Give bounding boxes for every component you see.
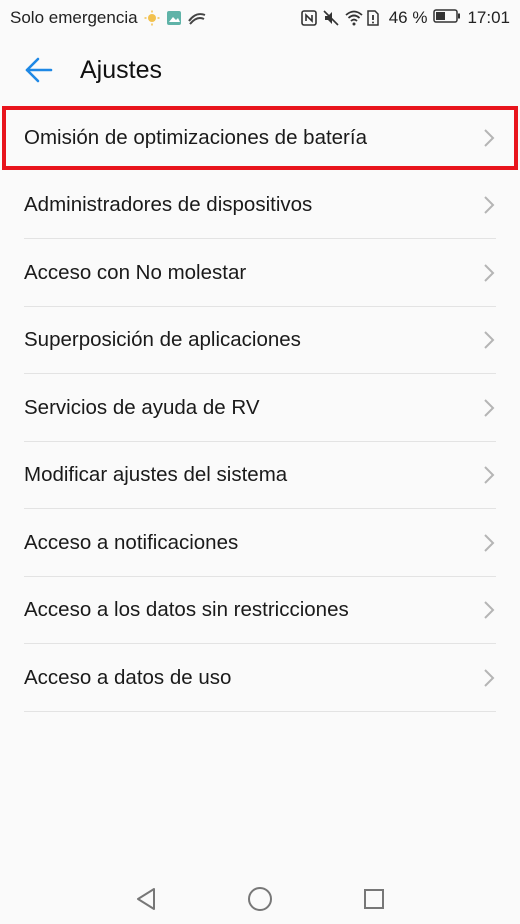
carrier-label: Solo emergencia	[10, 8, 138, 27]
chevron-right-icon	[482, 330, 496, 350]
battery-percent: 46 %	[388, 8, 428, 27]
chevron-right-icon	[482, 600, 496, 620]
list-item-app-overlay[interactable]: Superposición de aplicaciones	[0, 307, 520, 374]
chevron-right-icon	[482, 668, 496, 688]
chevron-right-icon	[482, 128, 496, 148]
list-item-label: Modificar ajustes del sistema	[24, 463, 288, 487]
status-bar-left: Solo emergencia	[10, 8, 205, 28]
back-button[interactable]	[24, 55, 54, 85]
recents-square-icon	[364, 889, 384, 909]
home-circle-icon	[248, 887, 272, 911]
list-item-label: Omisión de optimizaciones de batería	[24, 125, 367, 149]
page-title: Ajustes	[80, 55, 162, 84]
chevron-right-icon	[482, 263, 496, 283]
list-item-label: Acceso a los datos sin restricciones	[24, 598, 349, 622]
nfc-icon	[300, 10, 317, 26]
list-item-label: Superposición de aplicaciones	[24, 328, 301, 352]
battery-icon	[433, 8, 461, 28]
list-item-label: Acceso a notificaciones	[24, 530, 239, 554]
divider	[24, 710, 496, 712]
clock: 17:01	[467, 8, 510, 27]
nav-home-button[interactable]	[247, 886, 273, 912]
list-item-unrestricted-data[interactable]: Acceso a los datos sin restricciones	[0, 577, 520, 644]
list-item-modify-system-settings[interactable]: Modificar ajustes del sistema	[0, 442, 520, 509]
sun-icon	[144, 10, 160, 26]
chevron-right-icon	[482, 533, 496, 553]
arrow-left-icon	[25, 57, 53, 83]
settings-list: Omisión de optimizaciones de batería Adm…	[0, 104, 520, 712]
list-item-label: Servicios de ayuda de RV	[24, 395, 260, 419]
wifi-icon	[345, 10, 363, 26]
image-icon	[166, 10, 182, 26]
app-bar: Ajustes	[0, 36, 520, 104]
nav-back-button[interactable]	[133, 886, 159, 912]
sim-alert-icon	[366, 10, 383, 26]
chevron-right-icon	[482, 195, 496, 215]
list-item-battery-optimization[interactable]: Omisión de optimizaciones de batería	[0, 104, 520, 172]
list-item-notification-access[interactable]: Acceso a notificaciones	[0, 509, 520, 577]
chevron-right-icon	[482, 398, 496, 418]
status-bar-right: 46 % 17:01	[300, 8, 510, 28]
list-item-usage-access[interactable]: Acceso a datos de uso	[0, 644, 520, 712]
list-item-label: Administradores de dispositivos	[24, 193, 313, 217]
list-item-label: Acceso con No molestar	[24, 260, 247, 284]
swift-icon	[187, 10, 205, 26]
navigation-bar	[0, 874, 520, 924]
mute-icon	[323, 10, 339, 26]
back-triangle-icon	[137, 888, 155, 910]
list-item-label: Acceso a datos de uso	[24, 665, 232, 689]
chevron-right-icon	[482, 465, 496, 485]
list-item-device-admins[interactable]: Administradores de dispositivos	[0, 172, 520, 239]
list-item-vr-helper[interactable]: Servicios de ayuda de RV	[0, 374, 520, 442]
nav-recents-button[interactable]	[361, 886, 387, 912]
list-item-dnd-access[interactable]: Acceso con No molestar	[0, 239, 520, 307]
status-bar: Solo emergencia 46 % 17:01	[0, 0, 520, 36]
